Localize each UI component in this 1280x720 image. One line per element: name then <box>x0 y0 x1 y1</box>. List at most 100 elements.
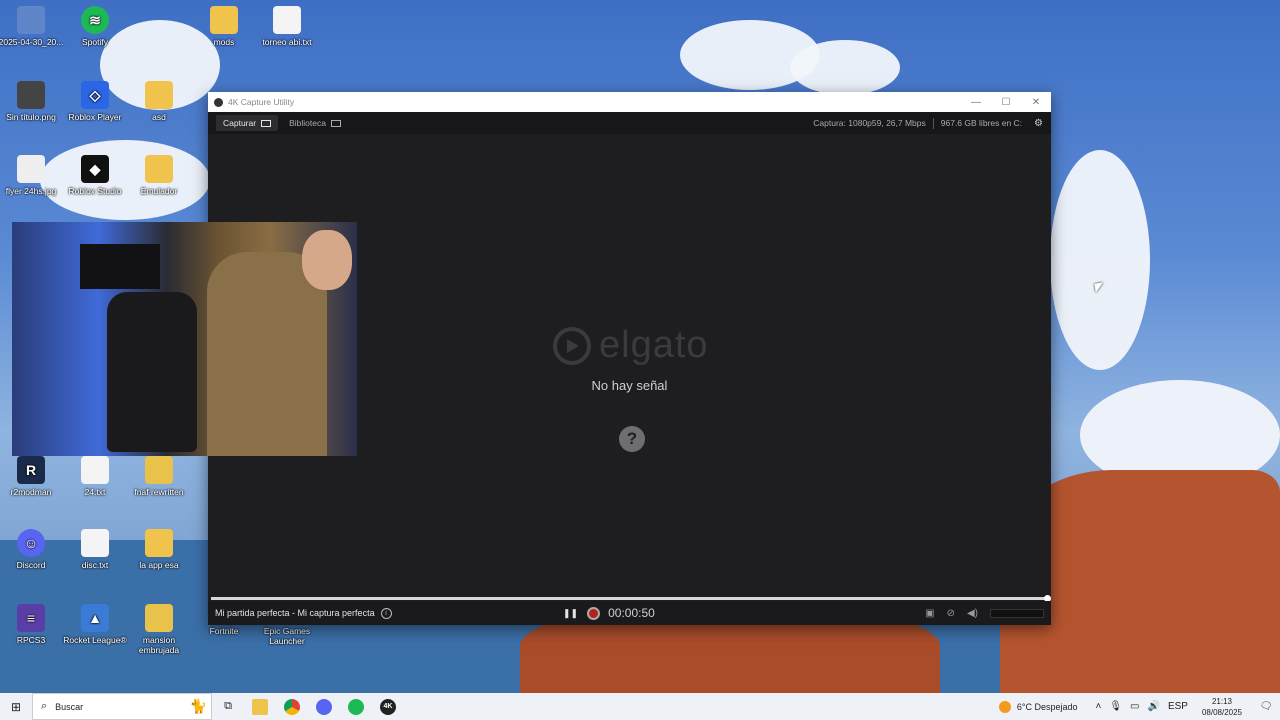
shortcut-icon <box>145 456 173 484</box>
system-tray: 6°C Despejado ˄ 🎙 ▭ 🔊 ESP 21:13 08/08/20… <box>998 696 1280 718</box>
desktop-icon-emulador-folder[interactable]: Emulador <box>122 155 196 196</box>
chrome-icon[interactable] <box>276 693 308 720</box>
pause-button[interactable]: ❚❚ <box>563 608 578 619</box>
discord-taskbar-icon[interactable] <box>308 693 340 720</box>
image-icon <box>17 6 45 34</box>
chevron-up-icon[interactable]: ˄ <box>1095 701 1101 712</box>
tab-capturar[interactable]: Capturar <box>216 115 279 131</box>
maximize-icon[interactable]: ☐ <box>991 97 1021 108</box>
title-bar[interactable]: 4K Capture Utility — ☐ ✕ <box>208 92 1051 112</box>
capture-info: Captura: 1080p59, 26,7 Mbps <box>813 118 926 128</box>
info-icon[interactable]: i <box>380 607 392 619</box>
desktop-icon-label: mansion embrujada <box>138 635 180 655</box>
roblox-icon: ◇ <box>81 81 109 109</box>
volume-icon[interactable]: ◀) <box>967 608 978 619</box>
gear-icon[interactable]: ⚙ <box>1034 118 1043 129</box>
app-icon <box>214 97 223 107</box>
timeline-progress-bar[interactable] <box>211 595 1051 602</box>
desktop-icon-label: Roblox Studio <box>68 186 122 196</box>
close-icon[interactable]: ✕ <box>1021 97 1051 108</box>
desktop-icon-spotify[interactable]: ≋ Spotify <box>58 6 132 47</box>
desktop-icon-fnaf-rewritten[interactable]: fnaf rewritten <box>122 456 196 497</box>
folder-icon <box>145 529 173 557</box>
desktop-icon-asd-folder[interactable]: asd <box>122 81 196 122</box>
minimize-icon[interactable]: — <box>961 97 991 108</box>
transport-controls: ❚❚ 00:00:50 <box>563 606 655 620</box>
text-file-icon <box>273 6 301 34</box>
desktop-icon-label: mods <box>213 37 235 47</box>
desktop-icon-label: Emulador <box>140 186 178 196</box>
help-icon[interactable]: ? <box>619 426 645 452</box>
search-icon: ⌕ <box>41 700 48 712</box>
bottom-control-bar: Mi partida perfecta - Mi captura perfect… <box>208 601 1051 625</box>
volume-meter[interactable] <box>990 608 1044 618</box>
search-highlight-cat-icon: 🐈 <box>189 698 207 714</box>
microphone-icon[interactable]: 🎙 <box>1109 701 1122 712</box>
desktop-icon-label: Fortnite <box>209 626 239 636</box>
language-indicator[interactable]: ESP <box>1168 701 1188 712</box>
desktop-icon-label: flyer 24hs.jpg <box>5 186 57 196</box>
desktop-icon-epic-games[interactable]: Epic Games Launcher <box>250 626 324 646</box>
desktop-icon-rocket-league[interactable]: ▲ Rocket League® <box>58 604 132 645</box>
taskbar-search[interactable]: ⌕ Buscar 🐈 <box>32 693 212 720</box>
taskbar: ⊞ ⌕ Buscar 🐈 ⧉ 4K 6°C Despejado ˄ 🎙 ▭ 🔊 … <box>0 693 1280 720</box>
text-file-icon <box>81 529 109 557</box>
shortcut-icon <box>145 604 173 632</box>
clock-time: 21:13 <box>1211 696 1232 706</box>
text-file-icon <box>81 456 109 484</box>
desktop-icon-roblox-studio[interactable]: ◆ Roblox Studio <box>58 155 132 196</box>
image-icon <box>17 81 45 109</box>
notification-icon[interactable]: 🗨 <box>1252 701 1280 712</box>
speaker-icon[interactable]: 🔊 <box>1147 701 1159 712</box>
desktop-icon-roblox-player[interactable]: ◇ Roblox Player <box>58 81 132 122</box>
desktop-icon-label: Roblox Player <box>68 112 122 122</box>
desktop-icon-label: Spotify <box>82 37 108 47</box>
discord-icon: ☺ <box>17 529 45 557</box>
r2modman-icon: R <box>17 456 45 484</box>
tab-label: Biblioteca <box>289 118 326 128</box>
window-title: 4K Capture Utility <box>228 97 295 107</box>
task-view-icon[interactable]: ⧉ <box>212 693 244 720</box>
rpcs3-icon: ≡ <box>17 604 45 632</box>
image-icon <box>17 155 45 183</box>
network-icon[interactable]: ▭ <box>1130 701 1139 712</box>
desktop-icon-label: fnaf rewritten <box>134 487 184 497</box>
clock[interactable]: 21:13 08/08/2025 <box>1202 696 1242 718</box>
folder-icon <box>210 6 238 34</box>
desktop-icon-label: RPCS3 <box>16 635 46 645</box>
desktop-icon-24-txt[interactable]: 24.txt <box>58 456 132 497</box>
toolbar: Capturar Biblioteca Captura: 1080p59, 26… <box>208 112 1051 134</box>
desktop-icon-torneo-txt[interactable]: torneo abi.txt <box>250 6 324 47</box>
desktop-icon-label: asd <box>152 112 166 122</box>
mic-muted-icon[interactable]: ⊘ <box>947 608 955 619</box>
file-explorer-icon[interactable] <box>244 693 276 720</box>
screenshot-icon[interactable]: ▣ <box>925 608 934 619</box>
desktop-icon-la-app-esa-folder[interactable]: la app esa <box>122 529 196 570</box>
desktop-icon-label: torneo abi.txt <box>262 37 312 47</box>
desktop-icon-disc-txt[interactable]: disc.txt <box>58 529 132 570</box>
disk-space-info: 967.6 GB libres en C: <box>940 118 1023 128</box>
folder-icon <box>145 81 173 109</box>
desktop-icon-label: la app esa <box>139 560 179 570</box>
windows-start-icon[interactable]: ⊞ <box>0 700 32 714</box>
desktop-icon-mansion-embrujada[interactable]: mansion embrujada <box>122 604 196 655</box>
elgato-logo: elgato <box>553 324 709 367</box>
logo-text: elgato <box>599 324 709 366</box>
desktop-icon-label: Rocket League® <box>63 635 127 645</box>
desktop-icon-label: 24.txt <box>84 487 106 497</box>
roblox-studio-icon: ◆ <box>81 155 109 183</box>
clock-date: 08/08/2025 <box>1201 707 1242 717</box>
mouse-cursor-icon <box>1094 282 1105 293</box>
rocket-league-icon: ▲ <box>81 604 109 632</box>
tab-label: Capturar <box>223 118 257 128</box>
record-button[interactable] <box>587 606 601 620</box>
spotify-taskbar-icon[interactable] <box>340 693 372 720</box>
weather-widget[interactable]: 6°C Despejado <box>998 700 1078 713</box>
webcam-chair <box>107 292 197 452</box>
desktop-icon-label: r2modman <box>10 487 52 497</box>
weather-text: 6°C Despejado <box>1016 701 1078 712</box>
4k-capture-icon[interactable]: 4K <box>372 693 404 720</box>
divider <box>932 117 934 129</box>
tab-biblioteca[interactable]: Biblioteca <box>282 115 348 131</box>
recording-name: Mi partida perfecta - Mi captura perfect… <box>215 608 375 618</box>
